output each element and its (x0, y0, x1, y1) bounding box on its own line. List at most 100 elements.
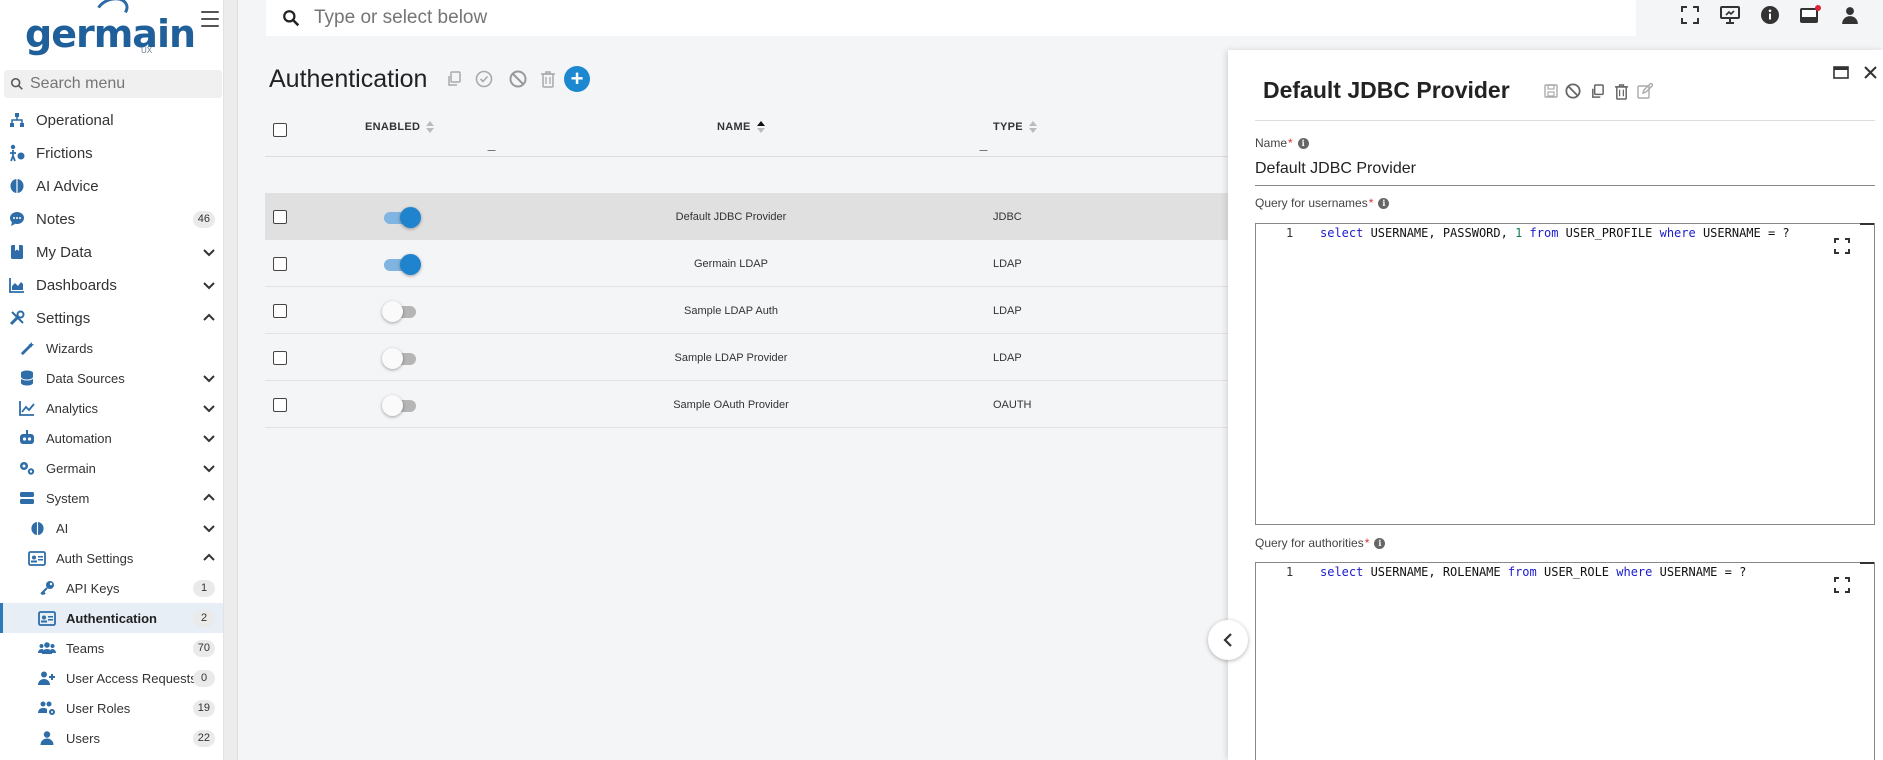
chevron-up-icon[interactable] (202, 551, 216, 565)
row-checkbox-cell (273, 381, 287, 428)
expand-editor-icon[interactable] (1834, 238, 1850, 254)
chevron-down-icon[interactable] (202, 278, 216, 292)
sidebar-item-teams[interactable]: Teams 70 (0, 633, 223, 663)
trash-icon[interactable] (1610, 80, 1632, 102)
select-all-checkbox[interactable] (273, 123, 287, 137)
info-icon[interactable] (1759, 4, 1781, 26)
sidebar-item-germain[interactable]: Germain (0, 453, 223, 483)
info-icon[interactable]: i (1378, 197, 1390, 209)
search-menu[interactable] (4, 70, 222, 98)
column-resize-handle[interactable] (979, 143, 995, 151)
edit-icon[interactable] (1634, 80, 1656, 102)
code-line: select USERNAME, ROLENAME from USER_ROLE… (1320, 565, 1747, 579)
editor-scrollbar[interactable] (1860, 223, 1874, 225)
sidebar-item-user-access-requests[interactable]: User Access Requests 0 (0, 663, 223, 693)
chevron-down-icon[interactable] (202, 371, 216, 385)
chevron-down-icon[interactable] (202, 245, 216, 259)
row-checkbox[interactable] (273, 209, 287, 224)
editor-scrollbar[interactable] (1860, 562, 1874, 564)
search-menu-input[interactable] (30, 75, 210, 93)
column-header-name[interactable]: NAME (717, 121, 765, 133)
enabled-toggle[interactable] (382, 347, 418, 369)
presentation-icon[interactable] (1719, 4, 1741, 26)
row-checkbox-cell (273, 334, 287, 381)
close-icon[interactable] (1863, 65, 1878, 80)
sidebar-item-ai[interactable]: AI (0, 513, 223, 543)
sidebar-item-ai-advice[interactable]: AI Advice (0, 171, 223, 201)
chevron-down-icon[interactable] (202, 401, 216, 415)
row-checkbox[interactable] (273, 303, 287, 318)
page-title: Authentication (269, 65, 428, 93)
sidebar-item-frictions[interactable]: Frictions (0, 138, 223, 168)
sidebar-item-settings[interactable]: Settings (0, 303, 223, 333)
enabled-toggle[interactable] (382, 394, 418, 416)
sort-icon[interactable] (1028, 121, 1037, 133)
sidebar-scrollbar[interactable] (224, 0, 238, 760)
sidebar-item-data-sources[interactable]: Data Sources (0, 363, 223, 393)
sidebar-item-auth-settings[interactable]: Auth Settings (0, 543, 223, 573)
chevron-down-icon[interactable] (202, 521, 216, 535)
sidebar-item-system[interactable]: System (0, 483, 223, 513)
germain-logo[interactable]: germain UX (25, 0, 196, 56)
expand-editor-icon[interactable] (1834, 577, 1850, 593)
save-icon[interactable] (1540, 80, 1562, 102)
usernames-query-editor[interactable]: 1 select USERNAME, PASSWORD, 1 from USER… (1255, 223, 1875, 525)
row-checkbox[interactable] (273, 397, 287, 412)
sort-asc-icon[interactable] (756, 121, 765, 133)
sidebar-item-label: Operational (36, 111, 114, 129)
enabled-toggle[interactable] (382, 300, 418, 322)
usernames-query-label: Query for usernames * i (1255, 196, 1390, 210)
check-circle-icon[interactable] (473, 68, 495, 90)
chevron-down-icon[interactable] (202, 461, 216, 475)
sidebar-item-operational[interactable]: Operational (0, 105, 223, 135)
collapse-panel-button[interactable] (1208, 620, 1248, 660)
global-search[interactable] (266, 0, 1636, 36)
table-row[interactable]: Germain LDAP LDAP (265, 240, 1228, 287)
info-icon[interactable]: i (1374, 537, 1386, 549)
chevron-up-icon[interactable] (202, 491, 216, 505)
trash-icon[interactable] (537, 68, 559, 90)
sidebar-item-wizards[interactable]: Wizards (0, 333, 223, 363)
table-row[interactable]: Default JDBC Provider JDBC (265, 193, 1228, 240)
ban-icon[interactable] (507, 68, 529, 90)
copy-icon[interactable] (443, 68, 465, 90)
sidebar-item-api-keys[interactable]: API Keys 1 (0, 573, 223, 603)
global-search-input[interactable] (314, 7, 914, 29)
column-resize-handle[interactable] (487, 143, 503, 151)
row-checkbox[interactable] (273, 350, 287, 365)
enabled-toggle[interactable] (382, 206, 421, 228)
row-checkbox[interactable] (273, 256, 287, 271)
sidebar-item-label: Notes (36, 210, 76, 228)
copy-icon[interactable] (1586, 80, 1608, 102)
column-header-type[interactable]: TYPE (993, 121, 1037, 133)
id-card-icon (38, 609, 56, 627)
sidebar-item-automation[interactable]: Automation (0, 423, 223, 453)
inbox-icon[interactable] (1799, 4, 1821, 26)
sidebar-item-notes[interactable]: Notes 46 (0, 204, 223, 234)
enabled-cell (382, 240, 421, 287)
fullscreen-icon[interactable] (1679, 4, 1701, 26)
chevron-down-icon[interactable] (202, 431, 216, 445)
sidebar-item-label: System (46, 490, 90, 506)
info-icon[interactable]: i (1297, 137, 1309, 149)
sidebar-item-users[interactable]: Users 22 (0, 723, 223, 753)
sort-icon[interactable] (426, 121, 435, 133)
authorities-query-editor[interactable]: 1 select USERNAME, ROLENAME from USER_RO… (1255, 562, 1875, 760)
sidebar-item-user-roles[interactable]: User Roles 19 (0, 693, 223, 723)
maximize-icon[interactable] (1833, 66, 1849, 79)
hamburger-menu-icon[interactable] (201, 11, 219, 27)
sidebar-item-my-data[interactable]: My Data (0, 237, 223, 267)
sidebar-item-analytics[interactable]: Analytics (0, 393, 223, 423)
ban-icon[interactable] (1562, 80, 1584, 102)
table-row[interactable]: Sample OAuth Provider OAUTH (265, 381, 1228, 428)
enabled-toggle[interactable] (382, 253, 421, 275)
table-row[interactable]: Sample LDAP Provider LDAP (265, 334, 1228, 381)
sidebar-item-dashboards[interactable]: Dashboards (0, 270, 223, 300)
column-header-enabled[interactable]: ENABLED (365, 121, 435, 133)
user-account-icon[interactable] (1839, 4, 1861, 26)
add-button[interactable]: + (564, 66, 590, 92)
sidebar-item-authentication[interactable]: Authentication 2 (0, 603, 223, 633)
table-row[interactable]: Sample LDAP Auth LDAP (265, 287, 1228, 334)
name-field[interactable]: Default JDBC Provider (1255, 160, 1875, 186)
chevron-up-icon[interactable] (202, 311, 216, 325)
